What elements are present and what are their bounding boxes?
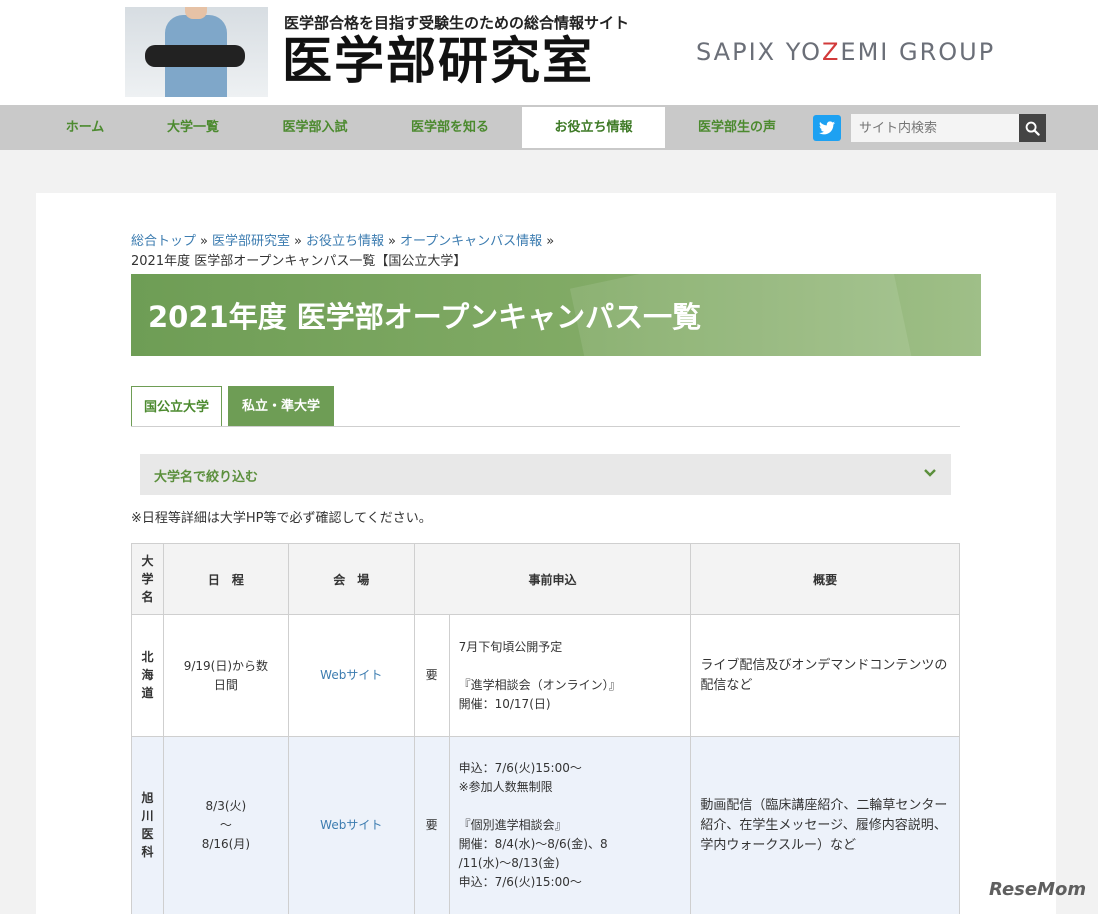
column-header-university: 大学名 — [131, 543, 164, 615]
university-filter-toggle[interactable]: 大学名で絞り込む — [140, 454, 951, 495]
cell-application: 申込：7/6(火)15:00～ ※参加人数無制限 『個別進学相談会』 開催：8/… — [448, 736, 692, 914]
cell-schedule: 8/3(火) ～ 8/16(月) — [162, 736, 289, 914]
cell-required: 要 — [413, 614, 450, 737]
cell-overview: ライブ配信及びオンデマンドコンテンツの配信など — [690, 614, 960, 737]
chevron-down-icon — [924, 469, 936, 477]
breadcrumb: 総合トップ» 医学部研究室» お役立ち情報» オープンキャンパス情報» — [131, 234, 555, 249]
search-icon — [1025, 121, 1040, 136]
table-header-row: 大学名 日 程 会 場 事前申込 概要 — [131, 543, 960, 615]
nav-item-exams[interactable]: 医学部入試 — [266, 105, 364, 150]
cell-university: 北海道 — [131, 614, 164, 737]
filter-label: 大学名で絞り込む — [154, 470, 259, 485]
nav-item-universities[interactable]: 大学一覧 — [145, 105, 241, 150]
nav-item-about[interactable]: 医学部を知る — [395, 105, 505, 150]
group-logo[interactable]: SAPIX YOZEMI GROUP — [696, 38, 995, 66]
page-title: 2021年度 医学部オープンキャンパス一覧 — [148, 300, 702, 334]
search-input[interactable] — [851, 114, 1019, 142]
resemom-watermark: ReseMom — [989, 879, 1087, 900]
nav-item-home[interactable]: ホーム — [38, 105, 132, 150]
column-header-application: 事前申込 — [413, 543, 692, 615]
title-banner: 2021年度 医学部オープンキャンパス一覧 — [131, 274, 981, 356]
venue-link[interactable]: Webサイト — [287, 614, 415, 737]
site-header: 医学部合格を目指す受験生のための総合情報サイト 医学部研究室 SAPIX YOZ… — [0, 0, 1098, 105]
tab-national-public[interactable]: 国公立大学 — [131, 386, 222, 427]
global-nav: ホーム 大学一覧 医学部入試 医学部を知る お役立ち情報 医学部生の声 — [0, 105, 1098, 150]
column-header-venue: 会 場 — [287, 543, 415, 615]
breadcrumb-link-igakubu[interactable]: 医学部研究室 — [212, 234, 290, 249]
search-button[interactable] — [1019, 114, 1046, 142]
cell-schedule: 9/19(日)から数 日間 — [162, 614, 289, 737]
breadcrumb-link-useful-info[interactable]: お役立ち情報 — [306, 234, 384, 249]
open-campus-table: 大学名 日 程 会 場 事前申込 概要 北海道 9/19(日)から数 日間 We… — [131, 543, 960, 914]
column-header-overview: 概要 — [690, 543, 960, 615]
cell-application: 7月下旬頃公開予定 『進学相談会（オンライン）』 開催：10/17(日) — [448, 614, 692, 737]
tab-private[interactable]: 私立・準大学 — [228, 386, 334, 427]
venue-link[interactable]: Webサイト — [287, 736, 415, 914]
twitter-icon[interactable] — [813, 115, 841, 141]
nav-item-voices[interactable]: 医学部生の声 — [682, 105, 792, 150]
header-photo — [125, 7, 268, 97]
tab-divider — [131, 426, 960, 427]
breadcrumb-link-open-campus[interactable]: オープンキャンパス情報 — [400, 234, 542, 249]
table-row: 旭川医科 8/3(火) ～ 8/16(月) Webサイト 要 申込：7/6(火)… — [131, 736, 960, 914]
nav-item-useful-info[interactable]: お役立ち情報 — [522, 107, 665, 148]
cell-overview: 動画配信（臨床講座紹介、二輪草センター紹介、在学生メッセージ、履修内容説明、学内… — [690, 736, 960, 914]
site-logo[interactable]: 医学部研究室 — [282, 32, 594, 90]
cell-university: 旭川医科 — [131, 736, 164, 914]
breadcrumb-link-top[interactable]: 総合トップ — [131, 234, 196, 249]
breadcrumb-current: 2021年度 医学部オープンキャンパス一覧【国公立大学】 — [131, 254, 467, 269]
site-tagline: 医学部合格を目指す受験生のための総合情報サイト — [284, 14, 630, 32]
notice-text: ※日程等詳細は大学HP等で必ず確認してください。 — [131, 511, 432, 526]
column-header-schedule: 日 程 — [162, 543, 289, 615]
table-row: 北海道 9/19(日)から数 日間 Webサイト 要 7月下旬頃公開予定 『進学… — [131, 614, 960, 737]
cell-required: 要 — [413, 736, 450, 914]
